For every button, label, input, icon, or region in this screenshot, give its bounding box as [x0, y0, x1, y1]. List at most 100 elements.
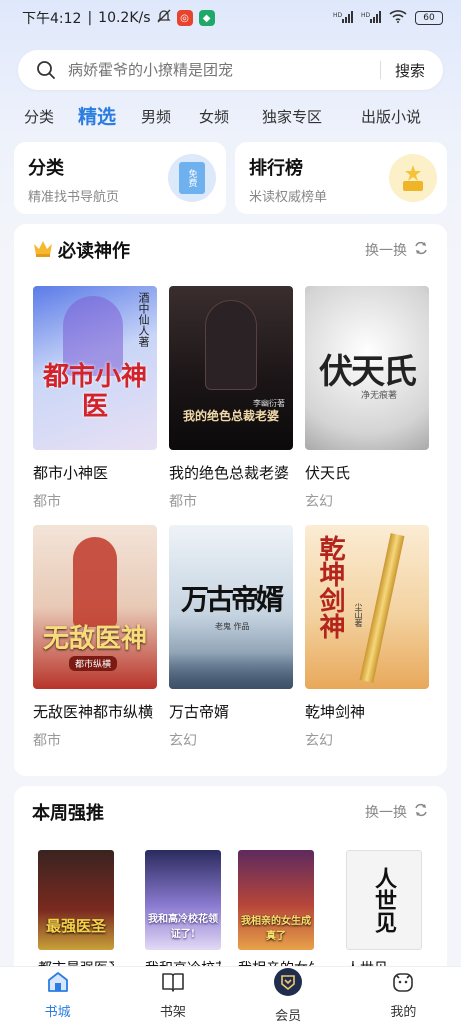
book-cover: 伏天氏 净无痕著	[305, 286, 429, 450]
nav-profile[interactable]: 我的	[346, 967, 461, 1024]
wifi-icon	[389, 10, 407, 26]
cover-title: 人世见	[371, 867, 397, 933]
tab-featured[interactable]: 精选	[78, 102, 116, 129]
book-cover: 乾坤剑神 尘山著	[305, 525, 429, 689]
cover-author: 净无痕著	[361, 391, 398, 401]
signal-icon-2: HD	[361, 10, 381, 26]
app-notification-icon: ◎	[176, 10, 193, 26]
book-item[interactable]: 我和高冷校花领证了! 我和高冷校花领证了	[145, 850, 221, 978]
must-read-refresh-button[interactable]: 换一换	[365, 240, 429, 260]
shield-app-icon: ◆	[198, 10, 215, 26]
search-button[interactable]: 搜索	[395, 60, 425, 81]
weekly-section: 本周强推 换一换 最强医圣 都市最强医圣 我和高冷校花领证了! 我和高冷校花领证…	[14, 786, 447, 986]
trophy-icon	[389, 154, 437, 202]
book-category-icon: 免费	[168, 154, 216, 202]
refresh-label: 换一换	[365, 805, 407, 821]
book-title: 都市小神医	[33, 464, 109, 482]
book-genre: 都市	[33, 494, 61, 510]
book-cover: 无敌医神 都市纵横	[33, 525, 157, 689]
book-cover: 我相亲的女生成真了	[238, 850, 314, 950]
tab-published[interactable]: 出版小说	[361, 106, 421, 127]
bookshelf-icon	[161, 971, 185, 997]
refresh-icon	[413, 240, 429, 260]
nav-label: 书架	[159, 1005, 186, 1020]
book-cover: 人世见	[346, 850, 422, 950]
crown-icon	[32, 238, 54, 262]
category-tabs: 分类 精选 男频 女频 独家专区 出版小说	[0, 100, 461, 132]
book-title: 万古帝婿	[169, 703, 230, 721]
book-genre: 玄幻	[305, 733, 333, 749]
bottom-nav: 书城 书架 会员 我的	[0, 966, 461, 1024]
cover-title: 无敌医神	[42, 624, 147, 654]
status-time: 下午4:12	[22, 11, 82, 27]
battery-level: 60	[423, 13, 435, 23]
book-cover: 我和高冷校花领证了!	[145, 850, 221, 950]
network-speed: 10.2K/s	[98, 10, 151, 26]
must-read-section: 必读神作 换一换 酒中仙人著 都市小神医 都市小神医 都市 李幽衍著 我的绝色总…	[14, 224, 447, 776]
book-item[interactable]: 伏天氏 净无痕著 伏天氏 玄幻	[305, 286, 429, 511]
cover-figure	[205, 300, 257, 390]
book-cover: 万古帝婿 老鬼 作品	[169, 525, 293, 689]
category-card[interactable]: 分类 精准找书导航页 免费	[14, 142, 226, 214]
search-input[interactable]	[68, 61, 366, 79]
cover-title: 都市小神医	[42, 362, 147, 422]
book-item[interactable]: 李幽衍著 我的绝色总裁老婆 我的绝色总裁老婆 都市	[169, 286, 293, 511]
book-genre: 玄幻	[305, 494, 333, 510]
nav-bookshelf[interactable]: 书架	[115, 967, 230, 1024]
weekly-header: 本周强推 换一换	[14, 786, 447, 838]
cover-title: 乾坤剑神	[315, 535, 345, 639]
book-item[interactable]: 最强医圣 都市最强医圣	[38, 850, 114, 978]
book-genre: 都市	[33, 733, 61, 749]
mute-icon	[156, 9, 171, 27]
book-cover: 酒中仙人著 都市小神医	[33, 286, 157, 450]
book-item[interactable]: 人世见 人世见	[346, 850, 422, 978]
cover-title: 我和高冷校花领证了!	[148, 914, 218, 940]
free-book-glyph: 免费	[179, 162, 205, 194]
book-item[interactable]: 乾坤剑神 尘山著 乾坤剑神 玄幻	[305, 525, 429, 750]
weekly-refresh-button[interactable]: 换一换	[365, 802, 429, 822]
status-bar: 下午4:12 | 10.2K/s ◎ ◆ HD HD 60	[0, 0, 461, 36]
book-title: 我的绝色总裁老婆	[169, 464, 290, 482]
cover-title: 最强医圣	[45, 917, 106, 935]
cover-title: 我相亲的女生成真了	[241, 916, 311, 942]
search-divider	[379, 61, 381, 79]
cover-title: 我的绝色总裁老婆	[182, 409, 279, 423]
svg-text:HD: HD	[333, 12, 343, 19]
search-bar[interactable]: 搜索	[18, 50, 443, 90]
search-icon	[36, 60, 56, 80]
book-genre: 都市	[169, 494, 197, 510]
tab-male[interactable]: 男频	[141, 106, 171, 127]
nav-vip[interactable]: 会员	[231, 967, 346, 1024]
nav-bookstore[interactable]: 书城	[0, 967, 115, 1024]
status-separator: |	[87, 10, 93, 26]
book-item[interactable]: 万古帝婿 老鬼 作品 万古帝婿 玄幻	[169, 525, 293, 750]
cover-author: 酒中仙人著	[137, 292, 150, 347]
book-title: 无敌医神都市纵横	[33, 703, 154, 721]
cover-mountains	[169, 653, 293, 689]
signal-icon: HD	[333, 10, 353, 26]
book-title: 伏天氏	[305, 464, 351, 482]
battery-icon: 60	[415, 11, 443, 25]
book-cover: 最强医圣	[38, 850, 114, 950]
cover-author: 老鬼 作品	[215, 622, 250, 631]
cover-title: 伏天氏	[319, 351, 417, 392]
vip-icon	[273, 967, 303, 1001]
tab-classify[interactable]: 分类	[24, 106, 54, 127]
book-genre: 玄幻	[169, 733, 197, 749]
tab-exclusive[interactable]: 独家专区	[262, 106, 322, 127]
bookstore-icon	[46, 971, 70, 997]
book-item[interactable]: 我相亲的女生成真了 我相亲的女生成真了	[238, 850, 314, 978]
book-cover: 李幽衍著 我的绝色总裁老婆	[169, 286, 293, 450]
book-item[interactable]: 酒中仙人著 都市小神医 都市小神医 都市	[33, 286, 157, 511]
refresh-icon	[413, 802, 429, 822]
tab-female[interactable]: 女频	[199, 106, 229, 127]
nav-label: 书城	[44, 1005, 71, 1020]
refresh-label: 换一换	[365, 243, 407, 259]
ranking-card[interactable]: 排行榜 米读权威榜单	[235, 142, 447, 214]
weekly-title: 本周强推	[32, 803, 104, 824]
nav-label: 会员	[275, 1009, 302, 1024]
book-item[interactable]: 无敌医神 都市纵横 无敌医神都市纵横 都市	[33, 525, 157, 750]
book-title: 乾坤剑神	[305, 703, 366, 721]
svg-text:HD: HD	[361, 12, 371, 19]
cover-author: 都市纵横	[69, 656, 118, 671]
